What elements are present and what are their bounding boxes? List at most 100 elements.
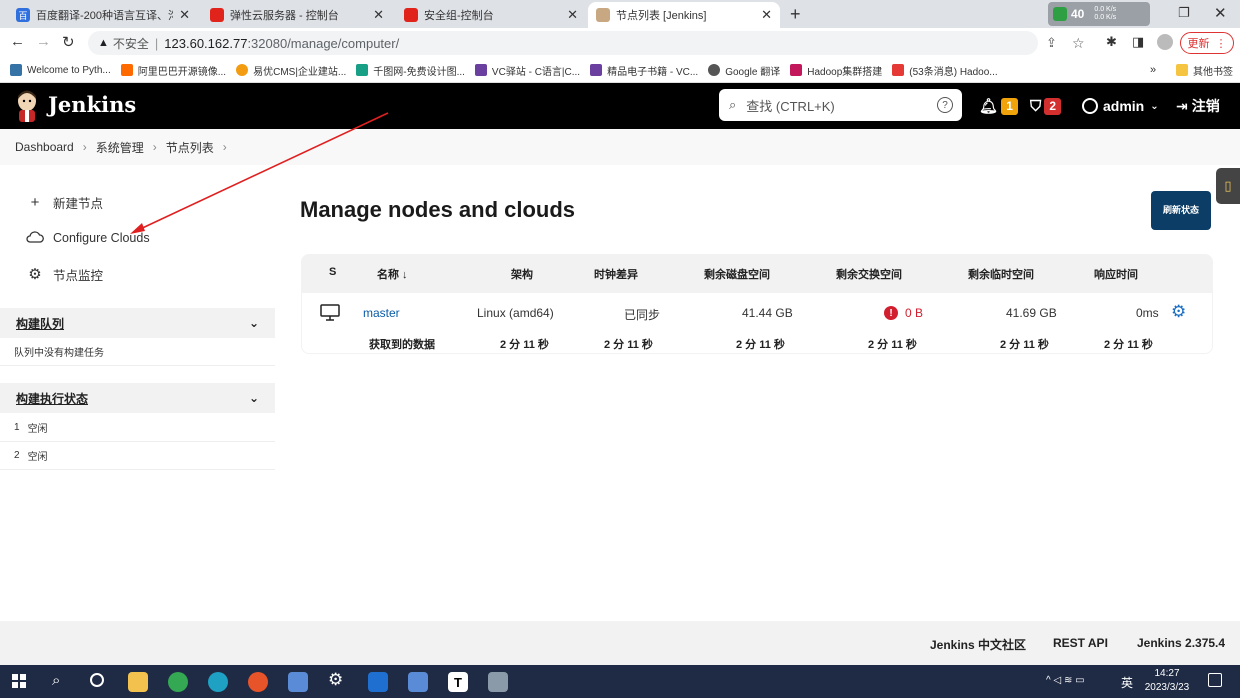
app-icon[interactable] xyxy=(488,672,508,692)
col-name[interactable]: 名称 ↓ xyxy=(377,266,408,282)
new-tab-icon[interactable]: + xyxy=(790,4,801,25)
chevron-down-icon: ⌄ xyxy=(248,316,259,330)
bookmark-item[interactable]: Hadoop集群搭建 xyxy=(790,63,882,78)
feather-icon xyxy=(790,64,803,76)
sidebar-configure-clouds[interactable]: Configure Clouds xyxy=(26,228,150,248)
breadcrumb-nodes[interactable]: 节点列表 xyxy=(166,139,214,156)
bookmark-item[interactable]: 精品电子书籍 - VC... xyxy=(590,63,698,78)
bookmark-item[interactable]: Google 翻译 xyxy=(708,63,780,78)
col-arch[interactable]: 架构 xyxy=(511,266,533,282)
restore-window-icon[interactable]: ❐ xyxy=(1178,5,1190,21)
profile-avatar-icon[interactable] xyxy=(1157,34,1173,50)
side-panel-icon[interactable]: ◨ xyxy=(1132,34,1144,50)
close-tab-icon[interactable]: ✕ xyxy=(761,7,772,23)
other-bookmarks[interactable]: 其他书签 xyxy=(1176,63,1233,78)
bookmark-item[interactable]: (53条消息) Hadoo... xyxy=(892,63,998,78)
chevron-right-icon: › xyxy=(82,140,87,154)
chevron-down-icon: ⌄ xyxy=(248,391,259,405)
node-link-master[interactable]: master xyxy=(363,306,400,320)
bookmark-item[interactable]: 阿里巴巴开源镜像... xyxy=(120,63,226,78)
cloud-icon xyxy=(26,230,44,247)
browser-tab-active[interactable]: 节点列表 [Jenkins] ✕ xyxy=(588,2,780,28)
side-extension-tab[interactable]: ▯ xyxy=(1216,168,1240,204)
browser-tab[interactable]: 百 百度翻译-200种语言互译、沟通 ✕ xyxy=(8,2,198,28)
net-down-speed: 0.0 K/s xyxy=(1094,14,1117,21)
node-clock: 已同步 xyxy=(624,308,661,322)
jenkins-brand[interactable]: Jenkins xyxy=(48,92,136,117)
notification-center-icon[interactable] xyxy=(1208,673,1222,687)
notifications-button[interactable]: 🔔︎ 1 xyxy=(979,83,1019,129)
bookmark-item[interactable]: VC驿站 - C语言|C... xyxy=(474,63,581,78)
footer-version-link[interactable]: Jenkins 2.375.4 xyxy=(1137,636,1225,650)
cortana-icon[interactable] xyxy=(90,673,104,687)
sidebar-link-label: Configure Clouds xyxy=(53,231,150,245)
vc-icon xyxy=(590,64,603,76)
configure-node-gear-icon[interactable]: ⚙ xyxy=(1171,302,1186,322)
col-clock[interactable]: 时钟差异 xyxy=(594,266,638,282)
chrome-icon[interactable] xyxy=(168,672,188,692)
windows-start-icon[interactable] xyxy=(12,674,26,688)
sidebar-node-monitor[interactable]: ⚙ 节点监控 xyxy=(26,264,103,284)
jenkins-logo-icon[interactable] xyxy=(14,89,40,123)
refresh-status-button[interactable]: 刷新状态 xyxy=(1151,191,1211,230)
bookmark-star-icon[interactable]: ☆ xyxy=(1072,35,1085,52)
share-icon[interactable]: ⇪ xyxy=(1046,35,1057,51)
tray-icons[interactable]: ^ ◁ ≋ ▭ xyxy=(1046,675,1085,686)
sidebar-new-node[interactable]: + 新建节点 xyxy=(26,192,103,212)
extensions-icon[interactable]: ✱ xyxy=(1106,34,1117,50)
url-input[interactable]: ▲ 不安全 | 123.60.162.77 :32080/manage/comp… xyxy=(88,31,1085,55)
app-icon[interactable] xyxy=(368,672,388,692)
col-status[interactable]: S xyxy=(329,266,336,278)
reload-icon[interactable]: ↻ xyxy=(62,33,75,51)
ime-indicator[interactable]: 英 xyxy=(1121,674,1133,691)
close-tab-icon[interactable]: ✕ xyxy=(373,7,384,23)
more-bookmarks-icon[interactable]: » xyxy=(1150,64,1156,76)
security-button[interactable]: ⛉ 2 xyxy=(1030,83,1062,129)
app-icon[interactable] xyxy=(288,672,308,692)
chevron-right-icon[interactable]: › xyxy=(223,140,227,154)
tab-title: 安全组-控制台 xyxy=(424,10,494,22)
globe-icon xyxy=(708,64,721,76)
footer-community-link[interactable]: Jenkins 中文社区 xyxy=(930,636,1026,653)
forward-icon[interactable]: → xyxy=(36,33,51,50)
bookmark-item[interactable]: 易优CMS|企业建站... xyxy=(236,63,346,78)
browser-tab[interactable]: 安全组-控制台 ✕ xyxy=(396,2,586,28)
breadcrumb-manage[interactable]: 系统管理 xyxy=(96,139,144,156)
sidebar-link-label: 新建节点 xyxy=(53,196,104,211)
ext-badge-value: 40 xyxy=(1071,7,1085,21)
col-temp[interactable]: 剩余临时空间 xyxy=(968,266,1034,282)
back-icon[interactable]: ← xyxy=(10,33,25,50)
typora-icon[interactable]: T xyxy=(448,672,468,692)
breadcrumb-dashboard[interactable]: Dashboard xyxy=(15,140,74,154)
search-input[interactable]: ⌕ 查找 (CTRL+K) ? xyxy=(719,89,962,121)
menu-dots-icon: ⋮ xyxy=(1215,37,1227,50)
browser-tab[interactable]: 弹性云服务器 - 控制台 ✕ xyxy=(202,2,392,28)
logout-label: 注销 xyxy=(1191,98,1220,114)
bookmark-item[interactable]: 千图网-免费设计图... xyxy=(356,63,465,78)
col-response[interactable]: 响应时间 xyxy=(1094,266,1138,282)
footer-rest-api-link[interactable]: REST API xyxy=(1053,636,1108,650)
app-icon[interactable] xyxy=(248,672,268,692)
file-explorer-icon[interactable] xyxy=(128,672,148,692)
page-footer: Jenkins 中文社区 REST API Jenkins 2.375.4 xyxy=(0,621,1240,665)
clock[interactable]: 14:27 2023/3/23 xyxy=(1142,667,1192,695)
build-queue-header[interactable]: 构建队列 ⌄ xyxy=(0,308,275,338)
close-window-icon[interactable]: ✕ xyxy=(1214,4,1227,22)
update-button[interactable]: 更新 ⋮ xyxy=(1180,32,1234,54)
huawei-cloud-icon xyxy=(210,8,224,22)
col-swap[interactable]: 剩余交换空间 xyxy=(836,266,902,282)
search-icon[interactable]: ⌕ xyxy=(52,672,60,689)
help-icon[interactable]: ? xyxy=(937,97,953,113)
close-tab-icon[interactable]: ✕ xyxy=(567,7,578,23)
edge-icon[interactable] xyxy=(208,672,228,692)
app-icon[interactable] xyxy=(408,672,428,692)
user-menu[interactable]: admin ⌄ xyxy=(1082,83,1159,129)
fetched-value: 2 分 11 秒 xyxy=(736,339,785,351)
bookmark-label: VC驿站 - C语言|C... xyxy=(491,66,581,78)
logout-button[interactable]: ⇥ 注销 xyxy=(1176,83,1220,129)
close-tab-icon[interactable]: ✕ xyxy=(179,7,190,23)
bookmark-item[interactable]: Welcome to Pyth... xyxy=(10,64,111,76)
col-disk[interactable]: 剩余磁盘空间 xyxy=(704,266,770,282)
settings-gear-icon[interactable]: ⚙ xyxy=(328,670,343,690)
executors-header[interactable]: 构建执行状态 ⌄ xyxy=(0,383,275,413)
